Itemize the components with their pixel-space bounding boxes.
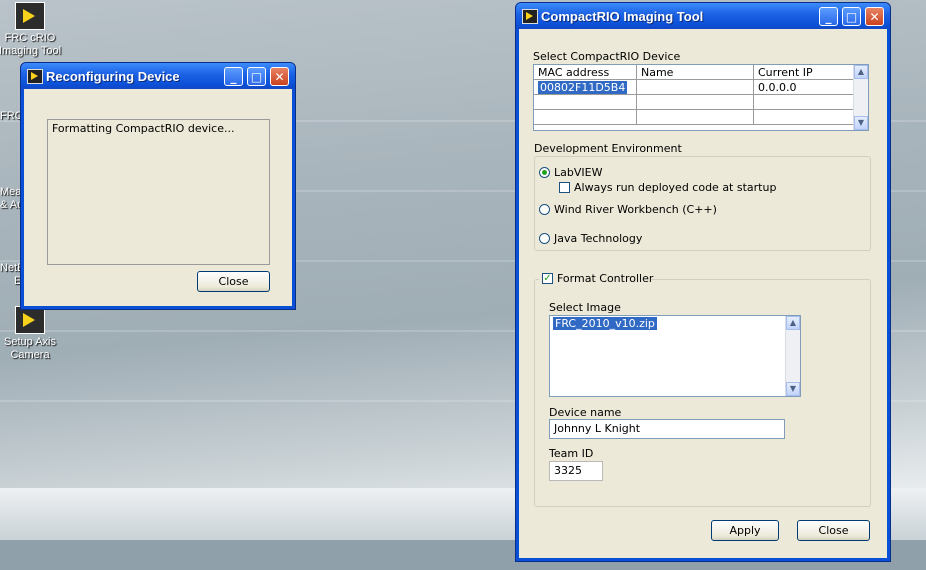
apply-button[interactable]: Apply bbox=[711, 520, 779, 541]
format-controller-label[interactable]: Format Controller bbox=[557, 272, 653, 285]
format-controller-legend: ✓ Format Controller bbox=[539, 272, 653, 286]
labview-app-icon bbox=[15, 2, 45, 30]
always-run-checkbox[interactable] bbox=[559, 182, 570, 193]
table-header-row: MAC address Name Current IP bbox=[534, 65, 855, 80]
radio-labview-label[interactable]: LabVIEW bbox=[554, 166, 602, 179]
close-icon[interactable]: ✕ bbox=[270, 67, 289, 86]
format-controller-checkbox[interactable]: ✓ bbox=[542, 273, 553, 284]
selected-image[interactable]: FRC_2010_v10.zip bbox=[553, 317, 657, 330]
compactrio-imaging-tool-window: CompactRIO Imaging Tool _ □ ✕ Select Com… bbox=[515, 2, 891, 562]
team-id-input[interactable]: 3325 bbox=[549, 461, 603, 481]
table-scrollbar[interactable]: ▲ ▼ bbox=[853, 65, 868, 130]
select-device-label: Select CompactRIO Device bbox=[533, 50, 681, 63]
desktop-icon-label: FRC cRIO bbox=[4, 32, 56, 44]
column-header-name[interactable]: Name bbox=[636, 65, 754, 80]
window-title: CompactRIO Imaging Tool bbox=[541, 9, 704, 24]
desktop-icon-label: Camera bbox=[10, 349, 50, 361]
device-table: MAC address Name Current IP 00802F11D5B4… bbox=[533, 64, 869, 131]
table-cell-ip[interactable] bbox=[753, 94, 855, 110]
status-text-box: Formatting CompactRIO device... bbox=[47, 119, 270, 265]
window-title: Reconfiguring Device bbox=[46, 69, 180, 84]
close-icon[interactable]: ✕ bbox=[865, 7, 884, 26]
maximize-button[interactable]: □ bbox=[842, 7, 861, 26]
table-row[interactable] bbox=[534, 94, 855, 110]
radio-wind-river[interactable] bbox=[539, 204, 550, 215]
labview-app-icon bbox=[15, 306, 45, 334]
desktop-icon-label: Setup Axis bbox=[4, 336, 56, 348]
close-button[interactable]: Close bbox=[797, 520, 870, 541]
desktop-icon-setup-axis-camera[interactable]: Setup Axis Camera bbox=[0, 306, 62, 362]
radio-java-label[interactable]: Java Technology bbox=[554, 232, 642, 245]
radio-wind-river-label[interactable]: Wind River Workbench (C++) bbox=[554, 203, 717, 216]
title-bar[interactable]: CompactRIO Imaging Tool _ □ ✕ bbox=[516, 3, 890, 29]
always-run-label[interactable]: Always run deployed code at startup bbox=[574, 181, 776, 194]
scroll-down-icon[interactable]: ▼ bbox=[854, 116, 868, 130]
selected-mac[interactable]: 00802F11D5B4 bbox=[538, 80, 628, 94]
close-button[interactable]: Close bbox=[197, 271, 270, 292]
column-header-current-ip[interactable]: Current IP bbox=[753, 65, 855, 80]
reconfiguring-device-window: Reconfiguring Device _ □ ✕ Formatting Co… bbox=[20, 62, 296, 310]
table-cell-mac[interactable]: 00802F11D5B4 bbox=[534, 79, 637, 95]
table-cell-name[interactable] bbox=[636, 79, 754, 95]
maximize-button[interactable]: □ bbox=[247, 67, 266, 86]
radio-labview[interactable] bbox=[539, 167, 550, 178]
radio-java[interactable] bbox=[539, 233, 550, 244]
select-image-label: Select Image bbox=[549, 301, 621, 314]
table-cell-name[interactable] bbox=[636, 94, 754, 110]
table-cell-ip[interactable] bbox=[753, 109, 855, 125]
select-image-listbox[interactable]: FRC_2010_v10.zip ▲ ▼ bbox=[549, 315, 801, 397]
labview-app-icon bbox=[522, 9, 538, 24]
table-cell-ip[interactable]: 0.0.0.0 bbox=[753, 79, 855, 95]
dev-env-label: Development Environment bbox=[534, 142, 682, 155]
minimize-button[interactable]: _ bbox=[224, 67, 243, 86]
scroll-up-icon[interactable]: ▲ bbox=[786, 316, 800, 330]
table-cell-name[interactable] bbox=[636, 109, 754, 125]
desktop-icon-frc-crio-imaging-tool[interactable]: FRC cRIO Imaging Tool bbox=[0, 2, 62, 58]
table-row[interactable]: 00802F11D5B4 0.0.0.0 bbox=[534, 79, 855, 95]
image-list-scrollbar[interactable]: ▲ ▼ bbox=[785, 316, 800, 396]
scroll-down-icon[interactable]: ▼ bbox=[786, 382, 800, 396]
minimize-button[interactable]: _ bbox=[819, 7, 838, 26]
status-text: Formatting CompactRIO device... bbox=[52, 122, 235, 135]
team-id-label: Team ID bbox=[549, 447, 594, 460]
device-name-input[interactable]: Johnny L Knight bbox=[549, 419, 785, 439]
desktop-icon-label: Imaging Tool bbox=[0, 45, 62, 57]
table-row[interactable] bbox=[534, 109, 855, 125]
table-cell-mac[interactable] bbox=[534, 94, 637, 110]
scroll-up-icon[interactable]: ▲ bbox=[854, 65, 868, 79]
labview-app-icon bbox=[27, 69, 43, 84]
column-header-mac[interactable]: MAC address bbox=[534, 65, 637, 80]
table-cell-mac[interactable] bbox=[534, 109, 637, 125]
device-name-label: Device name bbox=[549, 406, 622, 419]
title-bar[interactable]: Reconfiguring Device _ □ ✕ bbox=[21, 63, 295, 89]
